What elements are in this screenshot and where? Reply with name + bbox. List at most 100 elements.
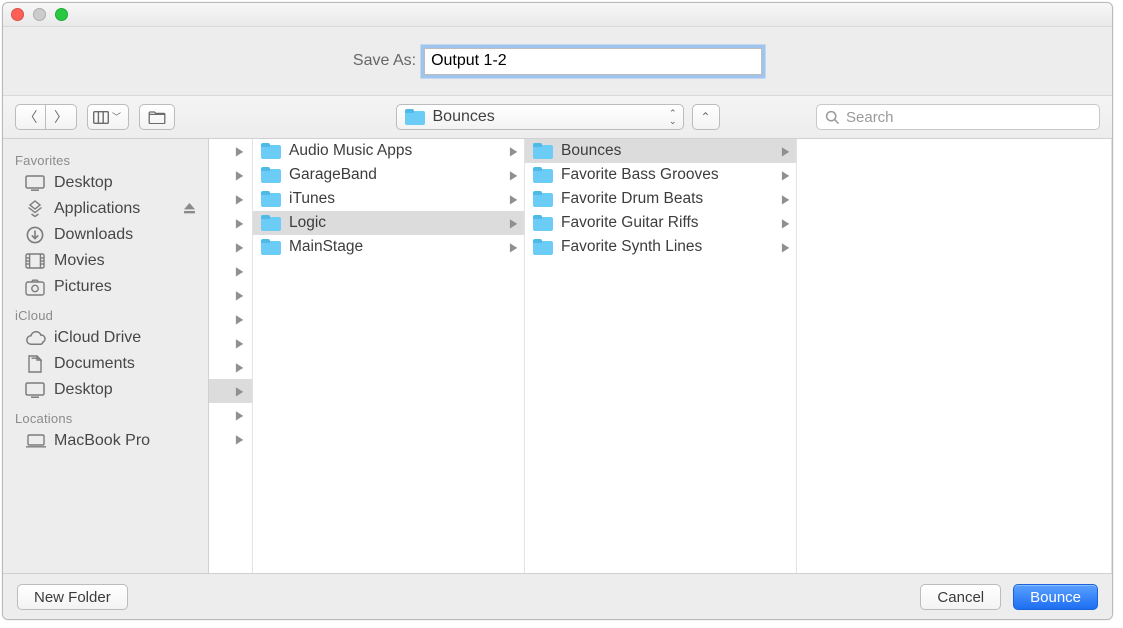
minimize-window-button (33, 8, 46, 21)
search-icon (825, 110, 840, 125)
column-view: ▶▶▶▶▶▶▶▶▶▶▶▶▶ Audio Music Apps▶GarageBan… (209, 139, 1112, 573)
save-as-row: Save As: (3, 27, 1112, 95)
chevron-down-icon: ﹀ (112, 113, 121, 122)
sidebar-section-header: iCloud (3, 300, 208, 325)
view-mode-dropdown[interactable]: ﹀ (87, 104, 129, 130)
save-as-input[interactable] (424, 48, 762, 75)
sidebar-item-label: Movies (54, 252, 105, 270)
go-up-button[interactable]: ⌃ (692, 104, 720, 130)
eject-icon[interactable] (183, 202, 196, 215)
list-item[interactable]: ▶ (209, 163, 252, 187)
list-item[interactable]: iTunes▶ (253, 187, 524, 211)
sidebar-item[interactable]: iCloud Drive (3, 325, 208, 351)
list-item[interactable]: ▶ (209, 355, 252, 379)
chevron-right-icon: ▶ (236, 336, 243, 350)
list-item-label: Logic (289, 214, 326, 232)
chevron-right-icon: ▶ (782, 168, 789, 182)
sidebar-item-label: Documents (54, 355, 135, 373)
list-item[interactable]: ▶ (209, 283, 252, 307)
search-input[interactable] (846, 109, 1091, 126)
path-popup-button[interactable]: Bounces ⌃⌄ (396, 104, 684, 130)
nav-back-button[interactable]: 〈 (16, 105, 46, 129)
list-item[interactable]: ▶ (209, 379, 252, 403)
list-item[interactable]: Bounces ▶ (525, 139, 796, 163)
movies-icon (25, 253, 45, 269)
sidebar-item[interactable]: Documents (3, 351, 208, 377)
path-folder-label: Bounces (433, 108, 495, 126)
list-item[interactable]: Favorite Guitar Riffs▶ (525, 211, 796, 235)
sidebar-item[interactable]: Movies (3, 248, 208, 274)
column-0: ▶▶▶▶▶▶▶▶▶▶▶▶▶ (209, 139, 253, 573)
list-item[interactable]: Favorite Drum Beats ▶ (525, 187, 796, 211)
list-item-label: Audio Music Apps (289, 142, 412, 160)
folder-icon (261, 215, 281, 231)
sidebar-item[interactable]: Downloads (3, 222, 208, 248)
folder-icon (533, 143, 553, 159)
sidebar-item-label: Desktop (54, 174, 113, 192)
folder-icon (533, 191, 553, 207)
chevron-right-icon: ▶ (236, 216, 243, 230)
chevron-right-icon: ▶ (236, 144, 243, 158)
column-3 (797, 139, 1112, 573)
list-item[interactable]: ▶ (209, 403, 252, 427)
chevron-right-icon: ▶ (510, 216, 517, 230)
nav-forward-button[interactable]: 〉 (46, 105, 76, 129)
chevron-right-icon: ▶ (510, 168, 517, 182)
sidebar-item-label: MacBook Pro (54, 432, 150, 450)
list-item-label: Favorite Drum Beats (561, 190, 703, 208)
chevron-right-icon: ▶ (236, 360, 243, 374)
folder-icon (261, 167, 281, 183)
sidebar-item[interactable]: MacBook Pro (3, 428, 208, 454)
list-item[interactable]: Audio Music Apps ▶ (253, 139, 524, 163)
list-item[interactable]: GarageBand ▶ (253, 163, 524, 187)
list-item[interactable]: Favorite Bass Grooves▶ (525, 163, 796, 187)
cloud-icon (25, 331, 45, 346)
chevron-right-icon: ▶ (510, 192, 517, 206)
folder-icon (261, 143, 281, 159)
bounce-button[interactable]: Bounce (1013, 584, 1098, 610)
titlebar (3, 3, 1112, 27)
chevron-right-icon: ▶ (236, 432, 243, 446)
list-item[interactable]: MainStage ▶ (253, 235, 524, 259)
sidebar-section-header: Locations (3, 403, 208, 428)
chevron-right-icon: ▶ (510, 144, 517, 158)
group-by-button[interactable] (139, 104, 175, 130)
zoom-window-button[interactable] (55, 8, 68, 21)
sidebar-item-label: Downloads (54, 226, 133, 244)
list-item[interactable]: ▶ (209, 235, 252, 259)
sidebar-item-label: Desktop (54, 381, 113, 399)
list-item[interactable]: ▶ (209, 307, 252, 331)
list-item[interactable]: ▶ (209, 331, 252, 355)
cancel-button[interactable]: Cancel (920, 584, 1001, 610)
chevron-right-icon: ▶ (510, 240, 517, 254)
chevron-right-icon: ▶ (782, 192, 789, 206)
sidebar-item[interactable]: Applications (3, 196, 208, 222)
chevron-right-icon: ▶ (782, 144, 789, 158)
sidebar-item[interactable]: Pictures (3, 274, 208, 300)
list-item-label: GarageBand (289, 166, 377, 184)
list-item[interactable]: Logic ▶ (253, 211, 524, 235)
sidebar-item[interactable]: Desktop (3, 170, 208, 196)
list-item[interactable]: ▶ (209, 187, 252, 211)
list-item[interactable]: ▶ (209, 211, 252, 235)
folder-icon (261, 239, 281, 255)
close-window-button[interactable] (11, 8, 24, 21)
sidebar-item[interactable]: Desktop (3, 377, 208, 403)
list-item[interactable]: Favorite Synth Lines▶ (525, 235, 796, 259)
list-item[interactable]: ▶ (209, 427, 252, 451)
list-item-label: Bounces (561, 142, 621, 160)
downloads-icon (25, 226, 45, 244)
chevron-left-icon: 〈 (24, 110, 38, 124)
list-item[interactable]: ▶ (209, 139, 252, 163)
new-folder-button[interactable]: New Folder (17, 584, 128, 610)
chevron-right-icon: ▶ (236, 312, 243, 326)
apps-icon (25, 200, 45, 218)
updown-chevrons-icon: ⌃⌄ (669, 109, 677, 125)
list-item-label: MainStage (289, 238, 363, 256)
documents-icon (25, 355, 45, 373)
chevron-right-icon: ▶ (236, 408, 243, 422)
window-controls (11, 8, 68, 21)
chevron-right-icon: 〉 (54, 110, 68, 124)
list-item[interactable]: ▶ (209, 259, 252, 283)
list-item-label: Favorite Guitar Riffs (561, 214, 699, 232)
